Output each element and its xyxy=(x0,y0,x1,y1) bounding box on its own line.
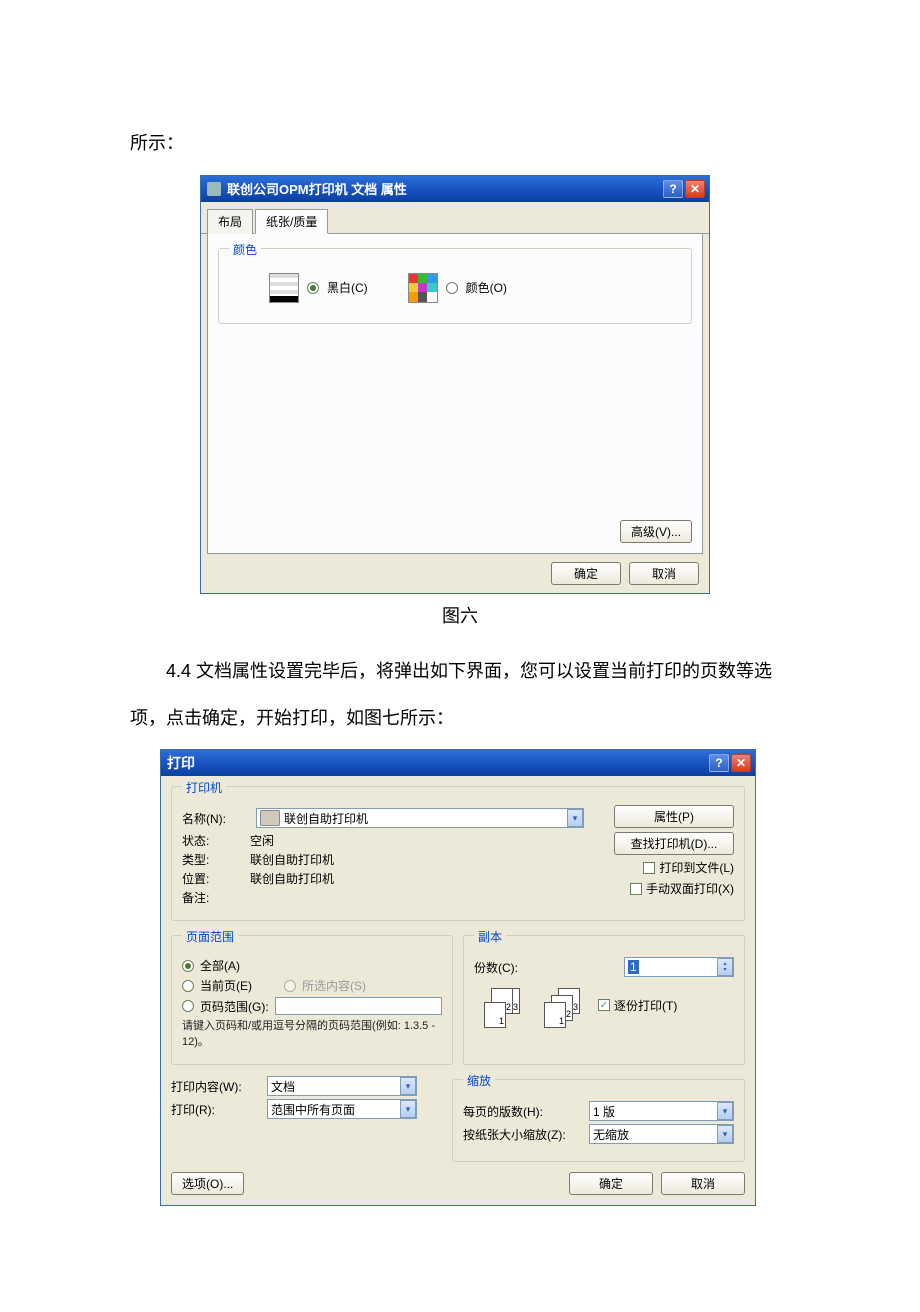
print-what-combo[interactable]: 文档 ▾ xyxy=(267,1076,417,1096)
radio-current[interactable] xyxy=(182,980,194,992)
cancel-button[interactable]: 取消 xyxy=(661,1172,745,1195)
figure6-caption: 图六 xyxy=(130,602,790,628)
value-comment xyxy=(250,889,584,906)
option-blackwhite[interactable]: 黑白(C) xyxy=(269,273,368,303)
window-title: 打印 xyxy=(167,753,709,773)
help-button[interactable]: ? xyxy=(663,180,683,198)
print-combo[interactable]: 范围中所有页面 ▾ xyxy=(267,1099,417,1119)
copies-spinner[interactable]: 1 ▴▾ xyxy=(624,957,734,977)
value-status: 空闲 xyxy=(250,832,584,849)
pages-per-sheet-value: 1 版 xyxy=(593,1103,615,1120)
manual-duplex-label: 手动双面打印(X) xyxy=(646,880,734,897)
titlebar[interactable]: 打印 ? ✕ xyxy=(161,750,755,776)
label-location: 位置: xyxy=(182,870,250,887)
cancel-button[interactable]: 取消 xyxy=(629,562,699,585)
label-status: 状态: xyxy=(182,832,250,849)
printer-name-combo[interactable]: 联创自助打印机 ▾ xyxy=(256,808,584,828)
tab-paper-quality[interactable]: 纸张/质量 xyxy=(255,209,328,234)
chevron-down-icon[interactable]: ▾ xyxy=(567,809,583,827)
page-range-help: 请键入页码和/或用逗号分隔的页码范围(例如: 1.3.5 - 12)。 xyxy=(182,1019,442,1050)
checkbox-icon xyxy=(630,883,642,895)
page-range-groupbox: 页面范围 全部(A) 当前页(E) 所选内容(S) 页码范围(G xyxy=(171,935,453,1065)
copies-value: 1 xyxy=(628,960,639,974)
label-print: 打印(R): xyxy=(171,1101,261,1118)
tab-layout[interactable]: 布局 xyxy=(207,209,253,234)
find-printer-button[interactable]: 查找打印机(D)... xyxy=(614,832,734,855)
printer-properties-dialog: 联创公司OPM打印机 文档 属性 ? ✕ 布局 纸张/质量 颜色 黑白(C) xyxy=(200,175,710,594)
radio-pages-label: 页码范围(G): xyxy=(200,998,269,1015)
radio-current-label: 当前页(E) xyxy=(200,977,252,994)
copies-legend: 副本 xyxy=(474,928,506,945)
printer-groupbox-legend: 打印机 xyxy=(182,779,226,796)
radio-selection xyxy=(284,980,296,992)
label-comment: 备注: xyxy=(182,889,250,906)
value-type: 联创自助打印机 xyxy=(250,851,584,868)
spinner-arrows-icon[interactable]: ▴▾ xyxy=(717,958,733,976)
label-type: 类型: xyxy=(182,851,250,868)
window-title: 联创公司OPM打印机 文档 属性 xyxy=(227,179,663,198)
paragraph-4-4: 4.4 文档属性设置完毕后，将弹出如下界面，您可以设置当前打印的页数等选项，点击… xyxy=(130,648,790,742)
zoom-legend: 缩放 xyxy=(463,1072,495,1089)
color-groupbox: 颜色 黑白(C) 颜色(O) xyxy=(218,248,692,324)
tabstrip: 布局 纸张/质量 xyxy=(201,208,709,234)
page-range-input[interactable] xyxy=(275,997,442,1015)
printer-name-value: 联创自助打印机 xyxy=(284,810,368,827)
chevron-down-icon[interactable]: ▾ xyxy=(400,1077,416,1095)
print-dialog: 打印 ? ✕ 打印机 名称(N): 联创自助打印机 xyxy=(160,749,756,1206)
label-scale-to-paper: 按纸张大小缩放(Z): xyxy=(463,1126,583,1143)
radio-bw[interactable] xyxy=(307,282,319,294)
intro-text: 所示： xyxy=(130,120,790,167)
tab-body: 颜色 黑白(C) 颜色(O) 高级(V)... xyxy=(207,234,703,554)
copies-groupbox: 副本 份数(C): 1 ▴▾ 3 2 xyxy=(463,935,745,1065)
properties-button[interactable]: 属性(P) xyxy=(614,805,734,828)
radio-pages[interactable] xyxy=(182,1000,194,1012)
printer-groupbox: 打印机 名称(N): 联创自助打印机 ▾ 状态: xyxy=(171,786,745,921)
color-icon xyxy=(408,273,438,303)
print-to-file-checkbox[interactable]: 打印到文件(L) xyxy=(643,859,734,876)
blackwhite-icon xyxy=(269,273,299,303)
pages-per-sheet-combo[interactable]: 1 版 ▾ xyxy=(589,1101,734,1121)
color-groupbox-legend: 颜色 xyxy=(229,241,261,258)
close-button[interactable]: ✕ xyxy=(685,180,705,198)
chevron-down-icon[interactable]: ▾ xyxy=(717,1102,733,1120)
print-to-file-label: 打印到文件(L) xyxy=(659,859,734,876)
radio-selection-label: 所选内容(S) xyxy=(302,977,366,994)
chevron-down-icon[interactable]: ▾ xyxy=(717,1125,733,1143)
printer-app-icon xyxy=(207,182,221,196)
scale-to-paper-combo[interactable]: 无缩放 ▾ xyxy=(589,1124,734,1144)
radio-all-row[interactable]: 全部(A) xyxy=(182,957,442,974)
print-value: 范围中所有页面 xyxy=(271,1101,355,1118)
label-pages-per-sheet: 每页的版数(H): xyxy=(463,1103,583,1120)
label-copies: 份数(C): xyxy=(474,959,518,976)
radio-bw-label: 黑白(C) xyxy=(327,279,368,296)
radio-color-label: 颜色(O) xyxy=(466,279,507,296)
close-button[interactable]: ✕ xyxy=(731,754,751,772)
collate-illustration: 3 2 1 3 2 1 xyxy=(484,988,584,1026)
label-print-what: 打印内容(W): xyxy=(171,1078,261,1095)
collate-label: 逐份打印(T) xyxy=(614,997,677,1014)
radio-all-label: 全部(A) xyxy=(200,957,240,974)
printer-icon xyxy=(260,810,280,826)
ok-button[interactable]: 确定 xyxy=(569,1172,653,1195)
manual-duplex-checkbox[interactable]: 手动双面打印(X) xyxy=(630,880,734,897)
zoom-groupbox: 缩放 每页的版数(H): 1 版 ▾ 按纸张大小缩放(Z): 无缩放 ▾ xyxy=(452,1079,745,1162)
chevron-down-icon[interactable]: ▾ xyxy=(400,1100,416,1118)
help-button[interactable]: ? xyxy=(709,754,729,772)
radio-color[interactable] xyxy=(446,282,458,294)
collate-checkbox[interactable]: 逐份打印(T) xyxy=(598,997,677,1014)
advanced-button[interactable]: 高级(V)... xyxy=(620,520,692,543)
radio-all[interactable] xyxy=(182,960,194,972)
ok-button[interactable]: 确定 xyxy=(551,562,621,585)
value-location: 联创自助打印机 xyxy=(250,870,584,887)
options-button[interactable]: 选项(O)... xyxy=(171,1172,244,1195)
titlebar[interactable]: 联创公司OPM打印机 文档 属性 ? ✕ xyxy=(201,176,709,202)
option-color[interactable]: 颜色(O) xyxy=(408,273,507,303)
label-name: 名称(N): xyxy=(182,810,250,827)
checkbox-icon xyxy=(643,862,655,874)
page-range-legend: 页面范围 xyxy=(182,928,238,945)
scale-to-paper-value: 无缩放 xyxy=(593,1126,629,1143)
print-what-value: 文档 xyxy=(271,1078,295,1095)
checkbox-icon xyxy=(598,999,610,1011)
